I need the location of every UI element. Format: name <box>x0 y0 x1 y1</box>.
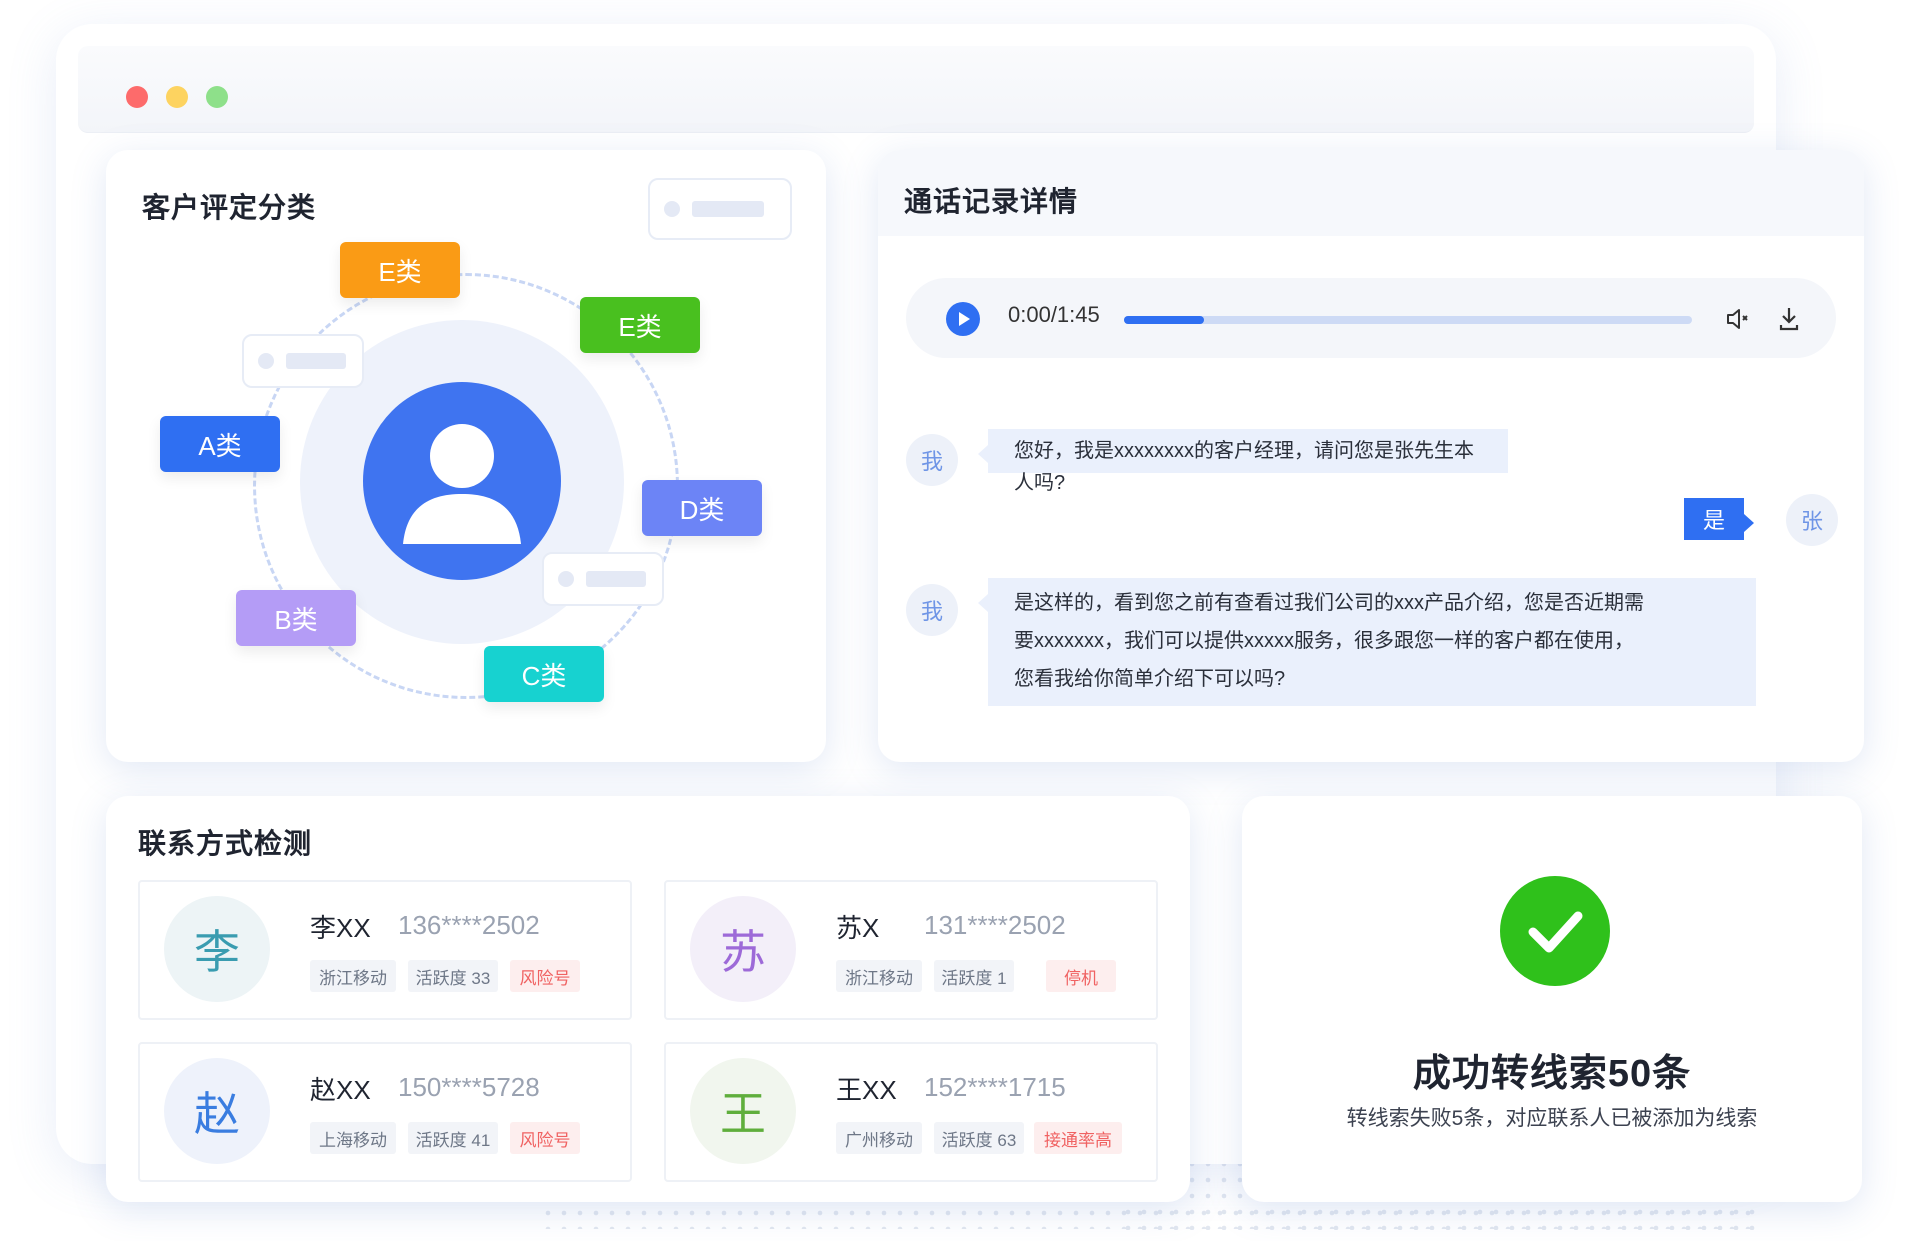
contact-detection-card: 联系方式检测 李 李XX 136****2502 浙江移动 活跃度 33 风险号… <box>106 796 1190 1202</box>
audio-player: 0:00/1:45 <box>906 278 1836 358</box>
contact-item[interactable]: 李 李XX 136****2502 浙江移动 活跃度 33 风险号 <box>138 880 632 1020</box>
playback-progress-bar[interactable] <box>1124 316 1692 324</box>
contact-avatar: 李 <box>164 896 270 1002</box>
contact-name: 苏X <box>836 913 880 943</box>
customer-avatar-icon <box>363 382 561 580</box>
activity-badge: 活跃度 33 <box>408 960 498 992</box>
chat-bubble-customer: 是 <box>1684 498 1754 540</box>
play-icon[interactable] <box>946 302 980 336</box>
status-badge: 接通率高 <box>1034 1122 1122 1154</box>
carrier-badge: 上海移动 <box>310 1122 396 1154</box>
contact-item[interactable]: 苏 苏X 131****2502 浙江移动 活跃度 1 停机 <box>664 880 1158 1020</box>
class-tag-e2[interactable]: E类 <box>580 297 700 353</box>
contact-avatar: 王 <box>690 1058 796 1164</box>
class-tag-b[interactable]: B类 <box>236 590 356 646</box>
customer-avatar: 张 <box>1786 494 1838 546</box>
class-tag-e1[interactable]: E类 <box>340 242 460 298</box>
contact-phone: 152****1715 <box>924 1072 1066 1102</box>
contact-phone: 150****5728 <box>398 1072 540 1102</box>
placeholder-chip <box>648 178 792 240</box>
contact-name: 赵XX <box>310 1075 371 1105</box>
download-icon[interactable] <box>1776 304 1802 337</box>
status-badge: 风险号 <box>510 1122 580 1154</box>
playback-time: 0:00/1:45 <box>1008 302 1100 327</box>
volume-icon[interactable] <box>1724 306 1750 337</box>
status-badge: 停机 <box>1046 960 1116 992</box>
conversion-result-card: 成功转线索50条 转线索失败5条，对应联系人已被添加为线索 <box>1242 796 1862 1202</box>
status-badge: 风险号 <box>510 960 580 992</box>
contact-avatar: 苏 <box>690 896 796 1002</box>
result-title: 成功转线索50条 <box>1412 1053 1692 1095</box>
chat-bubble-agent: 是这样的，看到您之前有查看过我们公司的xxx产品介绍，您是否近期需 要xxxxx… <box>978 578 1756 706</box>
result-subtitle: 转线索失败5条，对应联系人已被添加为线索 <box>1346 1107 1758 1130</box>
carrier-badge: 广州移动 <box>836 1122 922 1154</box>
contact-item[interactable]: 赵 赵XX 150****5728 上海移动 活跃度 41 风险号 <box>138 1042 632 1182</box>
classification-title: 客户评定分类 <box>142 192 317 223</box>
chat-bubble-agent: 您好，我是xxxxxxxx的客户经理，请问您是张先生本人吗? <box>978 429 1508 494</box>
placeholder-chip <box>542 552 664 606</box>
class-tag-c[interactable]: C类 <box>484 646 604 702</box>
agent-avatar: 我 <box>906 434 958 486</box>
call-record-card: 通话记录详情 0:00/1:45 我 您好，我是xxxxxxxx的客户经理，请问… <box>878 150 1864 762</box>
activity-badge: 活跃度 1 <box>934 960 1014 992</box>
carrier-badge: 浙江移动 <box>836 960 922 992</box>
dot-pattern-bottom <box>540 1205 1760 1229</box>
contact-phone: 131****2502 <box>924 910 1066 940</box>
agent-avatar: 我 <box>906 584 958 636</box>
close-window-button[interactable] <box>126 86 148 108</box>
success-check-icon <box>1500 876 1610 986</box>
customer-classification-card: 客户评定分类 E类 E类 A类 D类 B类 C类 <box>106 150 826 762</box>
activity-badge: 活跃度 63 <box>934 1122 1024 1154</box>
contact-detection-title: 联系方式检测 <box>138 828 313 859</box>
contact-name: 李XX <box>310 913 371 943</box>
activity-badge: 活跃度 41 <box>408 1122 498 1154</box>
class-tag-d[interactable]: D类 <box>642 480 762 536</box>
contact-phone: 136****2502 <box>398 910 540 940</box>
minimize-window-button[interactable] <box>166 86 188 108</box>
class-tag-a[interactable]: A类 <box>160 416 280 472</box>
maximize-window-button[interactable] <box>206 86 228 108</box>
placeholder-chip <box>242 334 364 388</box>
contact-avatar: 赵 <box>164 1058 270 1164</box>
contact-item[interactable]: 王 王XX 152****1715 广州移动 活跃度 63 接通率高 <box>664 1042 1158 1182</box>
call-record-title: 通话记录详情 <box>904 186 1079 217</box>
contact-name: 王XX <box>836 1075 897 1105</box>
playback-progress-fill <box>1124 316 1204 324</box>
window-titlebar <box>78 46 1754 133</box>
carrier-badge: 浙江移动 <box>310 960 396 992</box>
